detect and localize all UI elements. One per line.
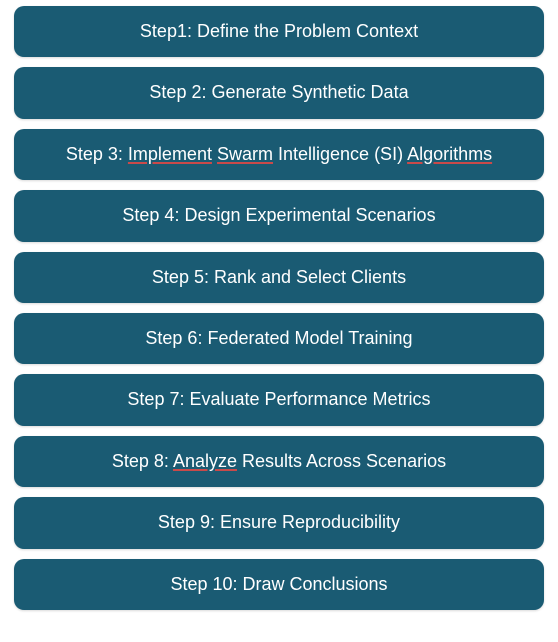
step-label: Step 4: Design Experimental Scenarios [122,205,435,225]
step-box-9: Step 9: Ensure Reproducibility [14,497,544,548]
step-label: Step1: Define the Problem Context [140,21,418,41]
step-label: Step 3: Implement Swarm Intelligence (SI… [66,144,492,164]
step-box-7: Step 7: Evaluate Performance Metrics [14,374,544,425]
step-box-4: Step 4: Design Experimental Scenarios [14,190,544,241]
step-box-6: Step 6: Federated Model Training [14,313,544,364]
step-box-8: Step 8: Analyze Results Across Scenarios [14,436,544,487]
step-label: Step 8: Analyze Results Across Scenarios [112,451,446,471]
step-box-5: Step 5: Rank and Select Clients [14,252,544,303]
step-label: Step 5: Rank and Select Clients [152,267,406,287]
step-box-3: Step 3: Implement Swarm Intelligence (SI… [14,129,544,180]
step-box-1: Step1: Define the Problem Context [14,6,544,57]
step-label: Step 7: Evaluate Performance Metrics [127,389,430,409]
step-label: Step 10: Draw Conclusions [170,574,387,594]
step-label: Step 2: Generate Synthetic Data [149,82,408,102]
step-box-10: Step 10: Draw Conclusions [14,559,544,610]
step-label: Step 6: Federated Model Training [145,328,412,348]
steps-list: Step1: Define the Problem Context Step 2… [14,6,544,610]
step-label: Step 9: Ensure Reproducibility [158,512,400,532]
step-box-2: Step 2: Generate Synthetic Data [14,67,544,118]
